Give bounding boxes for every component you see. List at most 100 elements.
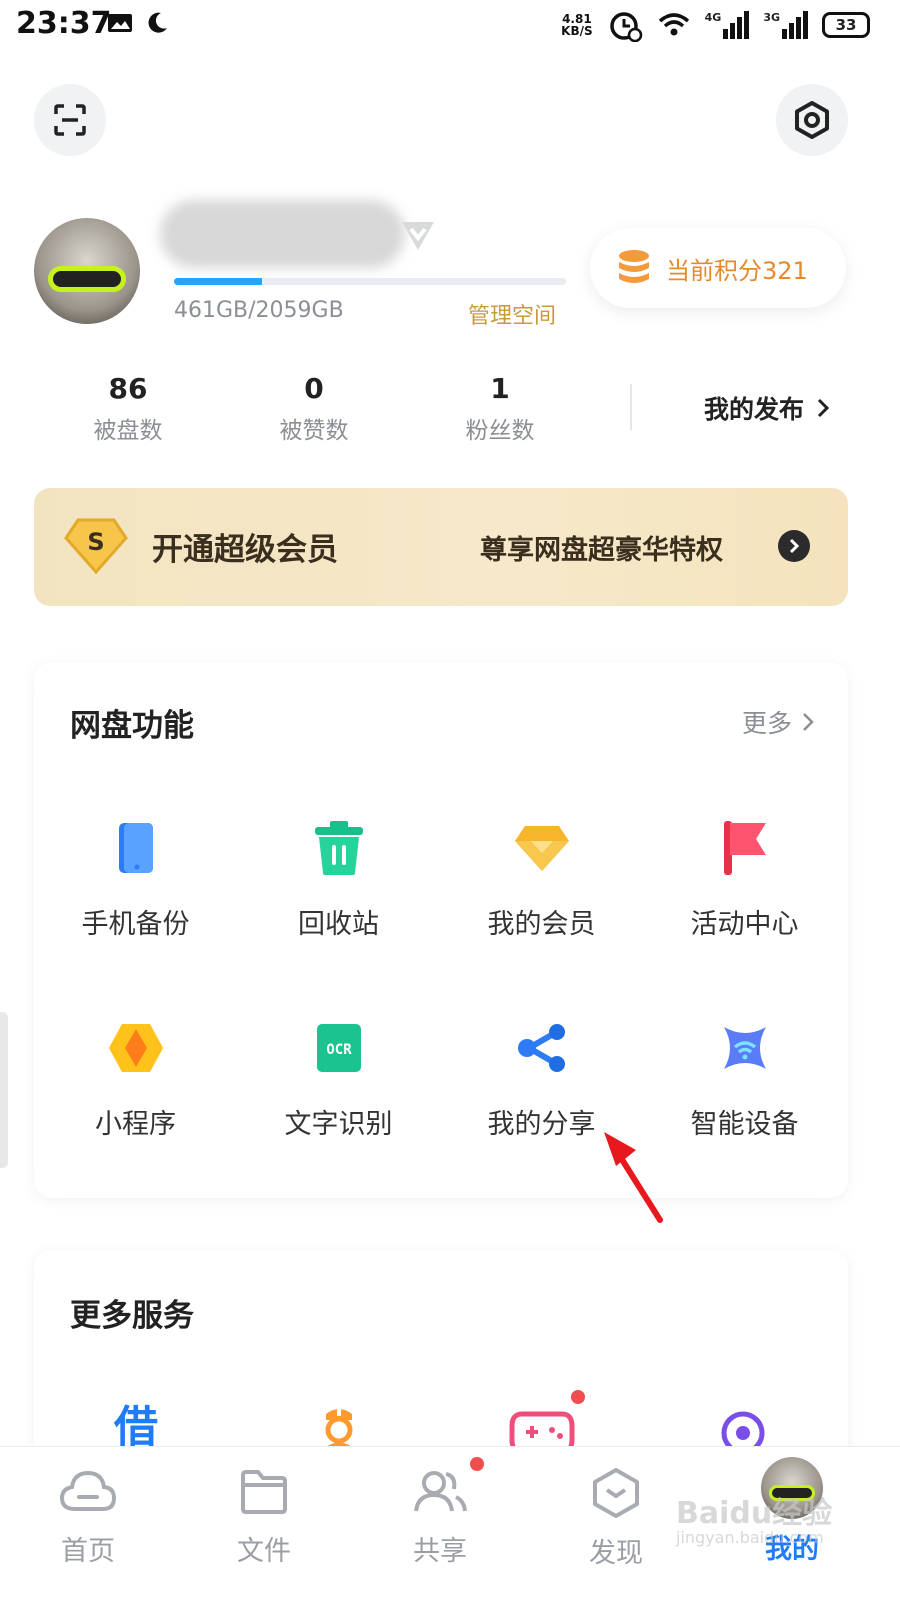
stat-label: 粉丝数	[465, 418, 535, 444]
nav-home[interactable]: 首页	[28, 1467, 148, 1568]
smart-device-icon	[713, 1016, 777, 1080]
vip-badge-letter: S	[87, 528, 104, 556]
features-card: 网盘功能 更多 手机备份 回收站 我的会员 活动中心 小程序 OCR 文字识别 …	[34, 662, 848, 1198]
ocr-icon-text: OCR	[326, 1042, 352, 1058]
net-speed-unit: KB/S	[561, 24, 593, 38]
vip-title: 开通超级会员	[152, 532, 338, 568]
services-card-title: 更多服务	[70, 1298, 194, 1334]
cloud-icon	[59, 1470, 117, 1511]
status-left-icons	[106, 10, 170, 36]
gamepad-icon	[509, 1411, 575, 1446]
points-button[interactable]: 当前积分321	[590, 228, 846, 308]
service-notification-dot	[571, 1390, 585, 1404]
mini-program-icon	[104, 1016, 168, 1080]
chevron-right-icon	[789, 538, 800, 554]
share-notification-dot	[470, 1457, 484, 1471]
scan-icon	[54, 104, 86, 136]
avatar[interactable]	[34, 218, 140, 324]
signal-4g-label: 4G	[704, 11, 722, 24]
battery-indicator: 33	[822, 12, 870, 38]
nurse-icon	[325, 1408, 353, 1446]
signal-4g: 4G	[705, 11, 750, 39]
loan-icon: 借	[114, 1402, 158, 1446]
vip-arrow-button[interactable]	[778, 530, 810, 562]
service-location[interactable]	[718, 1408, 768, 1446]
stat-label: 被盘数	[93, 418, 163, 444]
side-drawer-handle[interactable]	[0, 1012, 8, 1168]
stat-likes-count[interactable]: 0 被赞数	[244, 372, 384, 445]
feature-my-share[interactable]: 我的分享	[440, 1016, 643, 1141]
features-card-title: 网盘功能	[70, 708, 194, 744]
discover-icon	[593, 1468, 639, 1518]
username-blurred	[160, 200, 405, 268]
stat-value: 86	[108, 372, 148, 405]
my-publish-label: 我的发布	[704, 395, 805, 424]
feature-text-recognition[interactable]: OCR 文字识别	[237, 1016, 440, 1141]
pointer-arrow-annotation	[604, 1132, 663, 1223]
feature-my-membership[interactable]: 我的会员	[440, 816, 643, 941]
settings-button[interactable]	[776, 84, 848, 156]
storage-usage-text: 461GB/2059GB	[174, 298, 344, 323]
storage-progress-bar	[174, 278, 566, 285]
stat-saved-count[interactable]: 86 被盘数	[58, 372, 198, 445]
storage-progress-fill	[174, 278, 262, 285]
more-label: 更多	[741, 709, 792, 738]
nav-share[interactable]: 共享	[380, 1467, 500, 1568]
chevron-right-icon	[803, 713, 814, 731]
vip-banner[interactable]: S 开通超级会员 尊享网盘超豪华特权	[34, 488, 848, 606]
stat-value: 1	[490, 372, 510, 405]
feature-label: 活动中心	[690, 909, 799, 940]
flag-icon	[713, 816, 777, 880]
ocr-icon: OCR	[307, 1016, 371, 1080]
feature-activity-center[interactable]: 活动中心	[643, 816, 846, 941]
vip-level-icon	[402, 222, 434, 250]
chevron-right-icon	[817, 398, 830, 418]
stat-followers-count[interactable]: 1 粉丝数	[430, 372, 570, 445]
nav-files[interactable]: 文件	[204, 1467, 324, 1568]
image-notification-icon	[108, 14, 132, 32]
vip-subtitle: 尊享网盘超豪华特权	[480, 535, 723, 566]
feature-smart-device[interactable]: 智能设备	[643, 1016, 846, 1141]
stats-divider	[630, 384, 632, 430]
scan-button[interactable]	[34, 84, 106, 156]
diamond-icon	[510, 816, 574, 880]
nav-label: 文件	[237, 1536, 291, 1567]
coins-stack-icon	[619, 250, 649, 283]
service-nurse[interactable]	[312, 1404, 366, 1446]
watermark-sub: jingyan.baidu.com	[676, 1528, 824, 1547]
points-label: 当前积分321	[666, 256, 808, 285]
feature-label: 回收站	[298, 909, 379, 940]
service-game[interactable]	[508, 1410, 576, 1446]
location-icon	[721, 1411, 765, 1446]
nav-label: 共享	[413, 1536, 467, 1567]
feature-label: 小程序	[95, 1109, 176, 1140]
people-icon	[414, 1471, 467, 1512]
share-icon	[510, 1016, 574, 1080]
watermark: Baidu经验	[676, 1496, 833, 1531]
net-speed: 4.81 KB/S	[561, 13, 592, 37]
settings-hexagon-icon	[795, 101, 829, 139]
status-right-icons: 4.81 KB/S 4G 3G 33	[561, 8, 870, 42]
stat-label: 被赞数	[279, 418, 349, 444]
nav-discover[interactable]: 发现	[556, 1467, 676, 1570]
feature-phone-backup[interactable]: 手机备份	[34, 816, 237, 941]
my-publish-link[interactable]: 我的发布	[704, 390, 830, 426]
signal-3g: 3G	[763, 11, 808, 39]
stat-value: 0	[304, 372, 324, 405]
signal-3g-label: 3G	[763, 11, 780, 24]
manage-space-link[interactable]: 管理空间	[468, 298, 556, 330]
alarm-icon	[609, 12, 642, 42]
feature-recycle-bin[interactable]: 回收站	[237, 816, 440, 941]
wifi-icon	[658, 13, 689, 36]
feature-label: 我的会员	[487, 909, 596, 940]
feature-label: 手机备份	[81, 909, 190, 940]
nav-label: 首页	[61, 1536, 115, 1567]
nav-label: 发现	[589, 1538, 643, 1569]
service-loan[interactable]: 借	[106, 1402, 166, 1446]
folder-icon	[241, 1470, 287, 1514]
features-more-link[interactable]: 更多	[742, 704, 814, 740]
trash-icon	[307, 816, 371, 880]
feature-label: 文字识别	[284, 1109, 393, 1140]
super-vip-badge-icon: S	[64, 518, 128, 575]
feature-mini-program[interactable]: 小程序	[34, 1016, 237, 1141]
